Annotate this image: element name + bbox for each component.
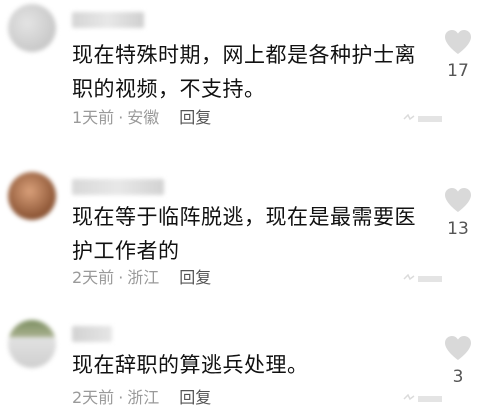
- avatar[interactable]: [8, 320, 56, 368]
- comment-text: 现在等于临阵脱逃，现在是最需要医护工作者的: [72, 205, 416, 263]
- heart-icon[interactable]: [443, 186, 473, 214]
- username-blurred[interactable]: [72, 179, 164, 195]
- like-count: 3: [452, 367, 464, 387]
- reply-button[interactable]: 回复: [179, 268, 211, 287]
- comment-text: 现在辞职的算逃兵处理。: [72, 353, 309, 377]
- comment-location: 安徽: [127, 108, 160, 127]
- meta-separator: ·: [118, 108, 124, 127]
- heart-icon[interactable]: [443, 28, 473, 56]
- comment-text: 现在特殊时期，网上都是各种护士离职的视频，不支持。: [72, 43, 416, 101]
- comment-time: 2天前: [72, 268, 115, 287]
- avatar[interactable]: [8, 172, 56, 220]
- app-logo-watermark: [403, 113, 442, 122]
- comment-time: 1天前: [72, 108, 115, 127]
- comment-meta: 2天前 · 浙江 回复: [72, 388, 211, 408]
- comment-meta: 1天前 · 安徽 回复: [72, 108, 211, 128]
- comment-location: 浙江: [127, 388, 160, 407]
- reply-button[interactable]: 回复: [179, 388, 211, 407]
- reply-button[interactable]: 回复: [179, 108, 211, 127]
- meta-separator: ·: [118, 268, 124, 287]
- avatar[interactable]: [8, 4, 56, 52]
- username-blurred[interactable]: [72, 326, 112, 342]
- username-blurred[interactable]: [72, 12, 144, 28]
- heart-icon[interactable]: [443, 334, 473, 362]
- like-count: 17: [447, 61, 469, 81]
- app-logo-watermark: [403, 393, 442, 402]
- app-logo-watermark: [403, 273, 442, 282]
- comment-time: 2天前: [72, 388, 115, 407]
- like-count: 13: [447, 219, 469, 239]
- comment-location: 浙江: [127, 268, 160, 287]
- meta-separator: ·: [118, 388, 124, 407]
- comment-meta: 2天前 · 浙江 回复: [72, 268, 211, 288]
